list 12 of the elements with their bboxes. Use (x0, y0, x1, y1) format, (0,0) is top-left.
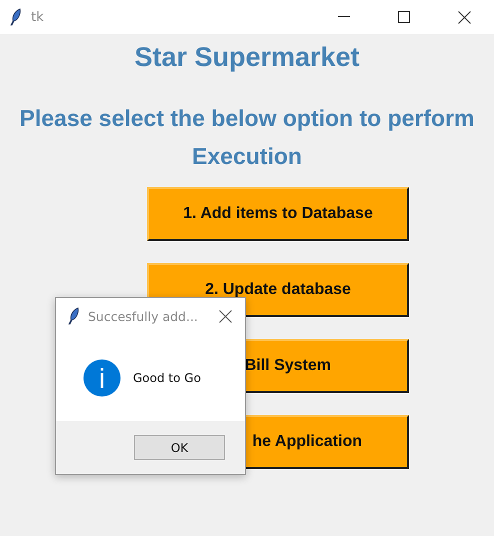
menu-option-button[interactable]: 1. Add items to Database (147, 187, 409, 241)
minimize-icon (338, 16, 350, 18)
window-title: tk (31, 10, 45, 24)
ok-button[interactable]: OK (134, 435, 225, 460)
close-icon (218, 310, 232, 322)
close-icon (458, 10, 470, 24)
feather-icon (10, 8, 22, 26)
maximize-icon (398, 11, 410, 23)
app-heading: Star Supermarket (134, 42, 360, 73)
info-icon (83, 358, 121, 396)
instruction-text: Please select the below option to perform Execution (18, 104, 476, 171)
feather-icon (68, 307, 80, 325)
